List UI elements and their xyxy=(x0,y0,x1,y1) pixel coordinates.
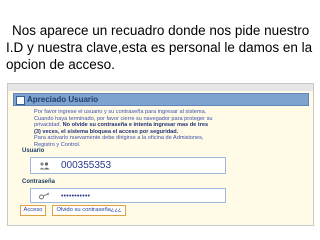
info-line-3-start: privacidad. xyxy=(34,122,63,129)
panel-title: Apreciado Usuario xyxy=(27,95,99,104)
forgot-password-button[interactable]: Olvido su contraseña¿¿¿ xyxy=(52,205,126,216)
access-button[interactable]: Acceso xyxy=(20,205,46,216)
login-instructions: Por favor ingrese el usuario y su contra… xyxy=(34,109,294,149)
password-field[interactable]: ••••••••••• xyxy=(30,188,226,203)
users-icon xyxy=(39,162,50,172)
info-line-6: Registro y Control. xyxy=(34,141,81,148)
info-line-1: Por favor ingrese el usuario y su contra… xyxy=(34,109,207,115)
password-value: ••••••••••• xyxy=(61,193,91,200)
password-label: Contraseña xyxy=(22,179,56,185)
users-icon-svg xyxy=(39,162,50,170)
info-warning-1: No olvide su contraseña e intenta ingres… xyxy=(62,122,209,129)
slide: Nos aparece un recuadro donde nos pide n… xyxy=(0,0,320,240)
info-line-3: privacidad. No olvide su contraseña e in… xyxy=(34,122,294,129)
info-line-5: Para activarlo nuevamente debe dirigirse… xyxy=(34,135,204,142)
key-icon xyxy=(39,192,50,202)
top-bar xyxy=(8,84,313,91)
panel-title-bar: Apreciado Usuario xyxy=(13,93,309,106)
username-value: 000355353 xyxy=(61,160,112,171)
slide-caption: Nos aparece un recuadro donde nos pide n… xyxy=(6,23,313,72)
username-field[interactable]: 000355353 xyxy=(30,157,226,174)
key-icon-svg xyxy=(39,192,50,200)
info-warning-2: (3) veces, el sistema bloquea el acceso … xyxy=(34,128,179,135)
info-line-2: Cuando haya terminado, por favor cierre … xyxy=(34,115,213,122)
username-label: Usuario xyxy=(22,148,45,154)
window-icon xyxy=(16,96,25,105)
login-panel-screenshot: Apreciado Usuario Por favor ingrese el u… xyxy=(7,83,314,226)
